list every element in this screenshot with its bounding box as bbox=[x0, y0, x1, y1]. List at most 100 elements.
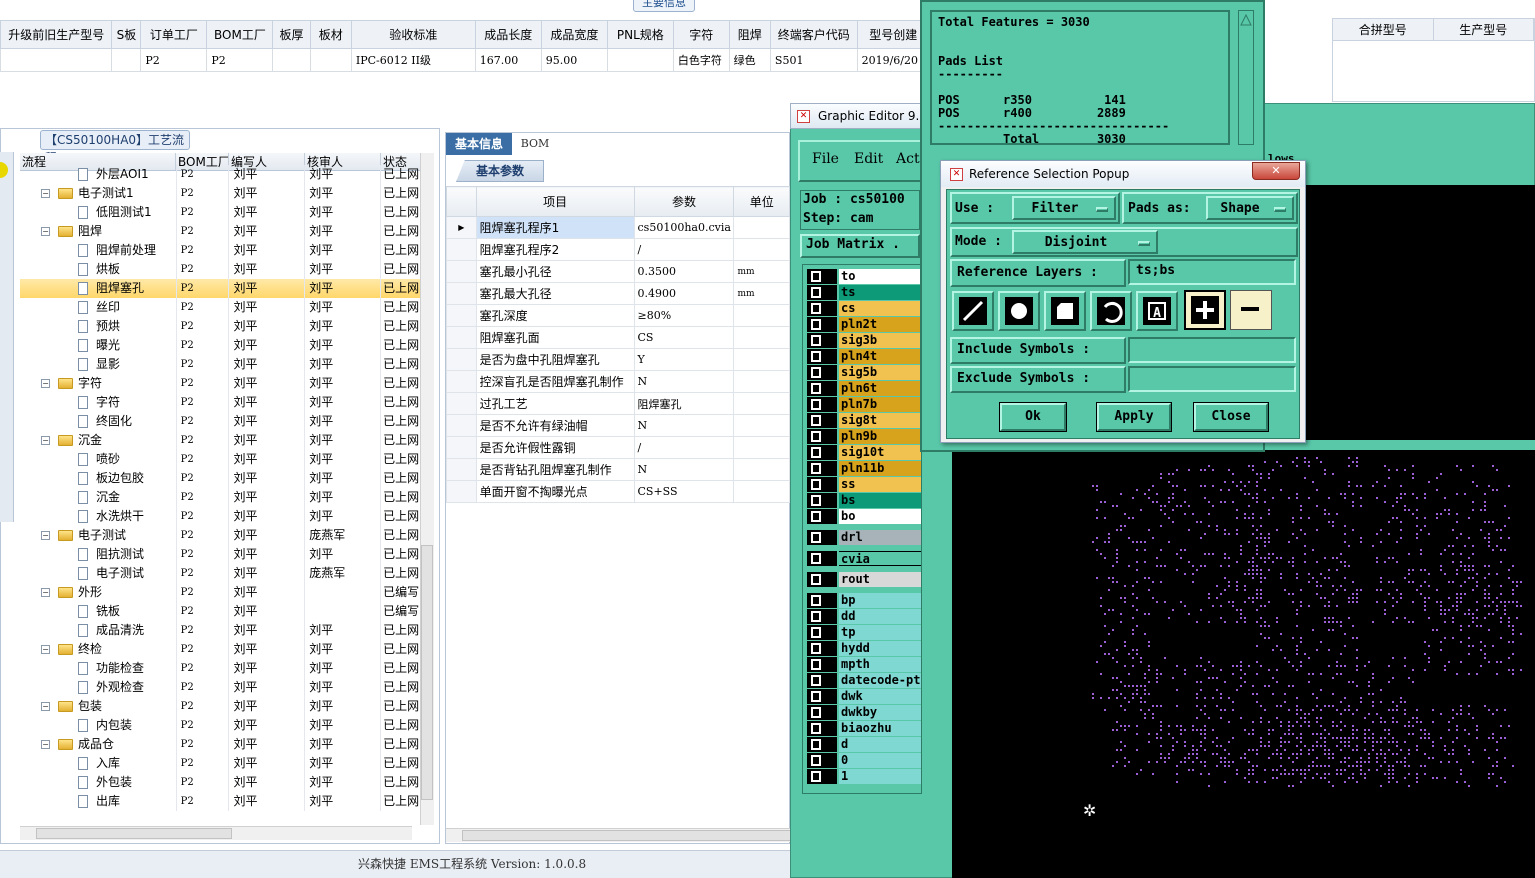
workflow-row[interactable]: 铣板 P2 刘平 已编写 bbox=[20, 602, 420, 621]
layer-checkbox[interactable] bbox=[807, 530, 837, 545]
workflow-row[interactable]: − 阻焊 P2 刘平 刘平 已上网 bbox=[20, 222, 420, 241]
workflow-row[interactable]: − 电子测试1 P2 刘平 刘平 已上网 bbox=[20, 184, 420, 203]
layer-checkbox[interactable] bbox=[807, 593, 837, 608]
param-value[interactable]: CS bbox=[633, 326, 735, 349]
top-col-header[interactable]: 板厚 bbox=[272, 20, 311, 49]
params-horizontal-scroll-thumb[interactable] bbox=[462, 830, 792, 841]
workflow-row[interactable]: 入库 P2 刘平 刘平 已上网 bbox=[20, 754, 420, 773]
workflow-row[interactable]: 预烘 P2 刘平 刘平 已上网 bbox=[20, 317, 420, 336]
top-col-header[interactable]: 订单工厂 bbox=[140, 20, 208, 49]
layer-row[interactable]: drl bbox=[807, 530, 923, 545]
top-col-header[interactable]: 型号创建 bbox=[856, 20, 931, 49]
top-col-header[interactable]: 成品宽度 bbox=[540, 20, 608, 49]
workflow-row[interactable]: − 成品仓 P2 刘平 刘平 已上网 bbox=[20, 735, 420, 754]
order-summary-row[interactable]: P2 P2 IPC-6012 II级 167.00 95.00 白色字符 绿色 S501 201… bbox=[0, 48, 931, 72]
param-row[interactable]: ▶ 阻焊塞孔程序1 cs50100ha0.cvia bbox=[446, 216, 790, 239]
layer-checkbox[interactable] bbox=[807, 429, 837, 444]
exclude-symbols-input[interactable] bbox=[1128, 366, 1296, 392]
param-value[interactable]: Y bbox=[633, 348, 735, 371]
layer-row[interactable]: to bbox=[807, 269, 923, 284]
workflow-row[interactable]: 功能检查 P2 刘平 刘平 已上网 bbox=[20, 659, 420, 678]
param-row[interactable]: 阻焊塞孔面 CS bbox=[446, 326, 790, 349]
layer-checkbox[interactable] bbox=[807, 461, 837, 476]
param-row[interactable]: 是否允许假性露铜 / bbox=[446, 436, 790, 459]
layer-row[interactable]: biaozhu bbox=[807, 721, 923, 736]
workflow-row[interactable]: 水洗烘干 P2 刘平 刘平 已上网 bbox=[20, 507, 420, 526]
layer-row[interactable]: sig8t bbox=[807, 413, 923, 428]
layer-row[interactable]: 0 bbox=[807, 753, 923, 768]
apply-button[interactable]: Apply bbox=[1096, 402, 1172, 432]
layer-row[interactable]: ts bbox=[807, 285, 923, 300]
collapse-toggle-icon[interactable]: − bbox=[41, 227, 50, 236]
layer-checkbox[interactable] bbox=[807, 285, 837, 300]
remove-button[interactable] bbox=[1230, 290, 1272, 330]
include-symbols-input[interactable] bbox=[1128, 337, 1296, 363]
layer-row[interactable]: pln7b bbox=[807, 397, 923, 412]
tab-bom[interactable]: BOM bbox=[515, 133, 555, 155]
use-dropdown[interactable]: Filter bbox=[1012, 196, 1116, 220]
collapse-toggle-icon[interactable]: − bbox=[41, 189, 50, 198]
layer-checkbox[interactable] bbox=[807, 641, 837, 656]
layer-checkbox[interactable] bbox=[807, 269, 837, 284]
line-tool-button[interactable] bbox=[952, 291, 994, 331]
text-tool-button[interactable]: A bbox=[1136, 291, 1178, 331]
layer-row[interactable]: ss bbox=[807, 477, 923, 492]
main-info-tab[interactable]: 主要信息 bbox=[633, 0, 695, 12]
layer-checkbox[interactable] bbox=[807, 769, 837, 784]
layer-checkbox[interactable] bbox=[807, 349, 837, 364]
workflow-row[interactable]: 烘板 P2 刘平 刘平 已上网 bbox=[20, 260, 420, 279]
pad-tool-button[interactable] bbox=[998, 291, 1040, 331]
layer-checkbox[interactable] bbox=[807, 657, 837, 672]
layer-row[interactable]: pln9b bbox=[807, 429, 923, 444]
layer-row[interactable]: tp bbox=[807, 625, 923, 640]
workflow-row[interactable]: 沉金 P2 刘平 刘平 已上网 bbox=[20, 488, 420, 507]
workflow-row[interactable]: 低阻测试1 P2 刘平 刘平 已上网 bbox=[20, 203, 420, 222]
menu-action[interactable]: Act bbox=[896, 151, 920, 167]
workflow-row[interactable]: 成品清洗 P2 刘平 刘平 已上网 bbox=[20, 621, 420, 640]
col-header-unit[interactable]: 单位 bbox=[733, 186, 790, 217]
layer-checkbox[interactable] bbox=[807, 381, 837, 396]
workflow-row[interactable]: 外观检查 P2 刘平 刘平 已上网 bbox=[20, 678, 420, 697]
workflow-row[interactable]: − 字符 P2 刘平 刘平 已上网 bbox=[20, 374, 420, 393]
collapse-toggle-icon[interactable]: − bbox=[41, 645, 50, 654]
layer-row[interactable]: dwk bbox=[807, 689, 923, 704]
param-value[interactable]: CS+SS bbox=[633, 480, 735, 503]
layer-checkbox[interactable] bbox=[807, 737, 837, 752]
param-value[interactable]: 阻焊塞孔 bbox=[633, 392, 735, 415]
layer-row[interactable]: hydd bbox=[807, 641, 923, 656]
workflow-row[interactable]: 电子测试 P2 刘平 庞燕军 已上网 bbox=[20, 564, 420, 583]
layer-checkbox[interactable] bbox=[807, 365, 837, 380]
layer-row[interactable]: pln6t bbox=[807, 381, 923, 396]
side-col-header[interactable]: 合拼型号 bbox=[1333, 19, 1434, 40]
top-col-header[interactable]: 板材 bbox=[309, 20, 352, 49]
features-scrollbar[interactable] bbox=[1238, 10, 1254, 145]
popup-close-icon[interactable]: ✕ bbox=[1252, 162, 1300, 180]
top-col-header[interactable]: 终端客户代码 bbox=[769, 20, 858, 49]
layer-checkbox[interactable] bbox=[807, 397, 837, 412]
workflow-row[interactable]: 板边包胶 P2 刘平 刘平 已上网 bbox=[20, 469, 420, 488]
collapse-toggle-icon[interactable]: − bbox=[41, 702, 50, 711]
layer-checkbox[interactable] bbox=[807, 477, 837, 492]
top-col-header[interactable]: PNL规格 bbox=[606, 20, 674, 49]
param-row[interactable]: 控深盲孔是否阻焊塞孔制作 N bbox=[446, 370, 790, 393]
layer-checkbox[interactable] bbox=[807, 572, 837, 587]
layer-checkbox[interactable] bbox=[807, 721, 837, 736]
workflow-row[interactable]: − 外形 P2 刘平 已编写 bbox=[20, 583, 420, 602]
workflow-row[interactable]: 阻焊塞孔 P2 刘平 刘平 已上网 bbox=[20, 279, 420, 298]
top-col-header[interactable]: S板 bbox=[111, 20, 142, 49]
layer-row[interactable]: sig3b bbox=[807, 333, 923, 348]
layer-checkbox[interactable] bbox=[807, 673, 837, 688]
menu-edit[interactable]: Edit bbox=[854, 151, 883, 167]
layer-row[interactable]: bp bbox=[807, 593, 923, 608]
workflow-row[interactable]: − 终检 P2 刘平 刘平 已上网 bbox=[20, 640, 420, 659]
param-value[interactable]: cs50100ha0.cvia bbox=[633, 216, 735, 239]
add-button[interactable] bbox=[1184, 290, 1226, 330]
side-col-header[interactable]: 生产型号 bbox=[1434, 19, 1534, 40]
layer-checkbox[interactable] bbox=[807, 445, 837, 460]
layer-row[interactable]: pln2t bbox=[807, 317, 923, 332]
layer-row[interactable]: mpth bbox=[807, 657, 923, 672]
layer-checkbox[interactable] bbox=[807, 317, 837, 332]
workflow-row[interactable]: 终固化 P2 刘平 刘平 已上网 bbox=[20, 412, 420, 431]
layer-row[interactable]: bo bbox=[807, 509, 923, 524]
tab-basic-info[interactable]: 基本信息 bbox=[446, 133, 512, 155]
